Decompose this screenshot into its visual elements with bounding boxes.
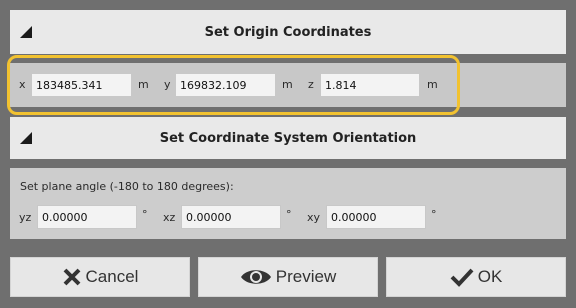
z-unit-label: m [427, 78, 438, 91]
x-unit-label: m [138, 78, 149, 91]
yz-label: yz [19, 211, 32, 224]
xy-degree-symbol: ° [431, 208, 437, 221]
x-label: x [19, 78, 26, 91]
ok-button[interactable]: OK [386, 257, 566, 297]
yz-angle-input[interactable] [37, 205, 137, 229]
ok-label: OK [477, 267, 503, 286]
y-label: y [164, 78, 171, 91]
xz-degree-symbol: ° [286, 208, 292, 221]
z-coordinate-input[interactable] [320, 73, 420, 97]
xz-label: xz [163, 211, 176, 224]
x-coordinate-input[interactable] [31, 73, 132, 97]
z-label: z [308, 78, 314, 91]
orientation-section-header[interactable]: Set Coordinate System Orientation [10, 117, 566, 159]
checkmark-icon [450, 267, 474, 287]
set-coordinates-dialog: Set Origin Coordinates x m y m z m Set C… [0, 0, 576, 308]
orientation-section-title: Set Coordinate System Orientation [159, 130, 417, 146]
cancel-label: Cancel [85, 267, 139, 286]
y-unit-label: m [282, 78, 293, 91]
preview-label: Preview [275, 267, 337, 286]
plane-angle-label: Set plane angle (-180 to 180 degrees): [20, 180, 234, 193]
eye-icon [240, 267, 272, 287]
y-coordinate-input[interactable] [175, 73, 276, 97]
yz-degree-symbol: ° [142, 208, 148, 221]
xy-angle-input[interactable] [326, 205, 426, 229]
cancel-button[interactable]: Cancel [10, 257, 190, 297]
origin-section-header[interactable]: Set Origin Coordinates [10, 10, 566, 54]
close-icon [62, 267, 82, 287]
origin-coordinates-row: x m y m z m [10, 63, 566, 107]
preview-button[interactable]: Preview [198, 257, 378, 297]
xz-angle-input[interactable] [181, 205, 281, 229]
origin-section-title: Set Origin Coordinates [204, 24, 372, 40]
xy-label: xy [307, 211, 321, 224]
collapse-triangle-icon[interactable] [20, 26, 32, 38]
orientation-body: Set plane angle (-180 to 180 degrees): y… [10, 168, 566, 239]
collapse-triangle-icon[interactable] [20, 132, 32, 144]
